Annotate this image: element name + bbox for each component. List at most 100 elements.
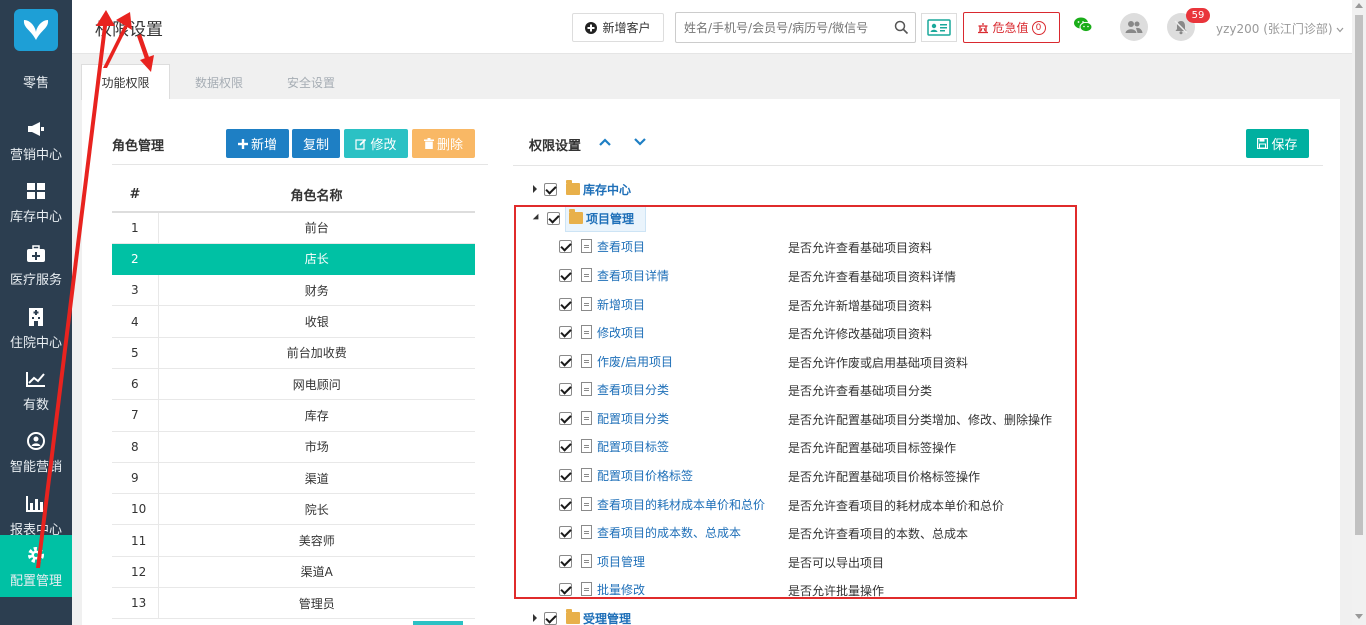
tree-leaf[interactable]: 查看项目分类 — [559, 380, 669, 398]
add-role-button[interactable]: 新增 — [226, 129, 289, 158]
tree-node-label[interactable]: 受理管理 — [583, 610, 631, 625]
chevron-up-icon[interactable] — [598, 137, 612, 147]
checkbox-checked[interactable] — [559, 268, 572, 282]
checkbox-checked[interactable] — [559, 582, 572, 596]
tree-leaf[interactable]: 查看项目的成本数、总成本 — [559, 523, 741, 541]
tree-leaf[interactable]: 配置项目分类 — [559, 409, 669, 427]
tab-security-settings[interactable]: 安全设置 — [266, 64, 356, 100]
checkbox-checked[interactable] — [559, 297, 572, 311]
tree-leaf[interactable]: 查看项目详情 — [559, 266, 669, 284]
table-row[interactable]: 8 市场 — [112, 431, 475, 463]
tree-node-label[interactable]: 项目管理 — [586, 210, 634, 227]
checkbox-checked[interactable] — [559, 239, 572, 253]
tab-data-permissions[interactable]: 数据权限 — [174, 64, 264, 100]
group-users-icon[interactable] — [1120, 13, 1148, 41]
checkbox-checked[interactable] — [559, 354, 572, 368]
tree-leaf-label[interactable]: 新增项目 — [597, 296, 645, 313]
checkbox-checked[interactable] — [559, 382, 572, 396]
search-icon[interactable] — [894, 20, 909, 35]
permission-description: 是否允许配置基础项目分类增加、修改、删除操作 — [788, 413, 1053, 427]
sidebar-item-config[interactable]: 配置管理 — [0, 535, 72, 597]
collapse-caret-icon[interactable] — [532, 213, 542, 223]
search-box[interactable] — [675, 12, 916, 43]
tree-leaf-label[interactable]: 配置项目标签 — [597, 438, 669, 455]
checkbox-checked[interactable] — [559, 325, 572, 339]
tab-function-permissions[interactable]: 功能权限 — [81, 64, 170, 100]
save-button[interactable]: 保存 — [1246, 129, 1309, 158]
user-menu[interactable]: yzy200 (张江门诊部) — [1216, 20, 1344, 37]
tree-leaf-label[interactable]: 查看项目的成本数、总成本 — [597, 524, 741, 541]
logo[interactable] — [14, 9, 58, 51]
tree-node-inventory[interactable]: 库存中心 — [533, 180, 631, 198]
tree-node-acceptance[interactable]: 受理管理 — [533, 609, 631, 625]
delete-role-button[interactable]: 删除 — [412, 129, 475, 158]
edit-icon — [355, 138, 367, 150]
copy-role-button[interactable]: 复制 — [292, 129, 340, 158]
sidebar-item-medical[interactable]: 医疗服务 — [0, 234, 72, 296]
tree-leaf[interactable]: 作废/启用项目 — [559, 352, 673, 370]
tree-leaf-label[interactable]: 查看项目 — [597, 238, 645, 255]
tree-leaf-label[interactable]: 项目管理 — [597, 553, 645, 570]
sidebar-item-inpatient[interactable]: 住院中心 — [0, 297, 72, 359]
checkbox-checked[interactable] — [559, 439, 572, 453]
table-row[interactable]: 10 院长 — [112, 493, 475, 526]
delete-role-label: 删除 — [436, 138, 463, 153]
expand-caret-icon[interactable] — [533, 185, 537, 193]
search-input[interactable] — [684, 19, 889, 37]
sidebar-item-inventory[interactable]: 库存中心 — [0, 171, 72, 233]
table-row[interactable]: 13 管理员 — [112, 587, 475, 620]
sidebar-item-youshu[interactable]: 有数 — [0, 359, 72, 421]
checkbox-checked[interactable] — [547, 211, 560, 225]
tree-leaf[interactable]: 新增项目 — [559, 295, 645, 313]
tree-leaf-label[interactable]: 查看项目详情 — [597, 267, 669, 284]
table-row-selected[interactable]: 2 店长 — [112, 243, 475, 276]
sidebar-item-marketing[interactable]: 营销中心 — [0, 109, 72, 171]
table-row[interactable]: 1 前台 — [112, 212, 475, 244]
tree-leaf-label[interactable]: 配置项目价格标签 — [597, 467, 693, 484]
checkbox-checked[interactable] — [544, 182, 557, 196]
table-row[interactable]: 7 库存 — [112, 399, 475, 432]
tree-leaf-label[interactable]: 配置项目分类 — [597, 410, 669, 427]
scrollbar-thumb[interactable] — [1355, 15, 1363, 535]
checkbox-checked[interactable] — [559, 468, 572, 482]
page-scrollbar[interactable] — [1352, 0, 1366, 625]
table-row[interactable]: 9 渠道 — [112, 462, 475, 495]
sidebar-item-retail[interactable]: 零售 — [0, 50, 72, 112]
id-card-button[interactable] — [921, 13, 957, 42]
sidebar-item-smart-marketing[interactable]: 智能营销 — [0, 421, 72, 483]
pagination-button[interactable] — [413, 621, 463, 625]
table-row[interactable]: 5 前台加收费 — [112, 337, 475, 369]
table-row[interactable]: 11 美容师 — [112, 524, 475, 557]
edit-role-button[interactable]: 修改 — [344, 129, 408, 158]
tree-leaf-label[interactable]: 查看项目的耗材成本单价和总价 — [597, 496, 765, 513]
checkbox-checked[interactable] — [544, 611, 557, 625]
tree-leaf[interactable]: 批量修改 — [559, 580, 645, 598]
tree-leaf[interactable]: 查看项目 — [559, 237, 645, 255]
scroll-down-icon[interactable] — [1355, 614, 1363, 619]
table-row[interactable]: 4 收银 — [112, 305, 475, 338]
table-row[interactable]: 12 渠道A — [112, 556, 475, 589]
tree-leaf-label[interactable]: 修改项目 — [597, 324, 645, 341]
wechat-icon[interactable] — [1073, 16, 1093, 34]
table-row[interactable]: 3 财务 — [112, 274, 475, 307]
tree-leaf-label[interactable]: 批量修改 — [597, 581, 645, 598]
tree-node-label[interactable]: 库存中心 — [583, 181, 631, 198]
new-customer-button[interactable]: 新增客户 — [572, 13, 664, 42]
tree-leaf-label[interactable]: 查看项目分类 — [597, 381, 669, 398]
chevron-down-icon[interactable] — [633, 137, 647, 147]
tree-leaf-label[interactable]: 作废/启用项目 — [597, 353, 673, 370]
checkbox-checked[interactable] — [559, 411, 572, 425]
checkbox-checked[interactable] — [559, 497, 572, 511]
table-row[interactable]: 6 网电顾问 — [112, 368, 475, 401]
tree-leaf[interactable]: 项目管理 — [559, 552, 645, 570]
critical-value-button[interactable]: 危急值 0 — [963, 12, 1060, 43]
checkbox-checked[interactable] — [559, 554, 572, 568]
checkbox-checked[interactable] — [559, 525, 572, 539]
tree-leaf[interactable]: 配置项目价格标签 — [559, 466, 693, 484]
tree-leaf[interactable]: 配置项目标签 — [559, 437, 669, 455]
expand-caret-icon[interactable] — [533, 614, 537, 622]
tree-node-project-management[interactable]: 项目管理 — [532, 209, 634, 227]
tree-leaf[interactable]: 修改项目 — [559, 323, 645, 341]
tree-leaf[interactable]: 查看项目的耗材成本单价和总价 — [559, 495, 765, 513]
scroll-up-icon[interactable] — [1355, 3, 1363, 8]
